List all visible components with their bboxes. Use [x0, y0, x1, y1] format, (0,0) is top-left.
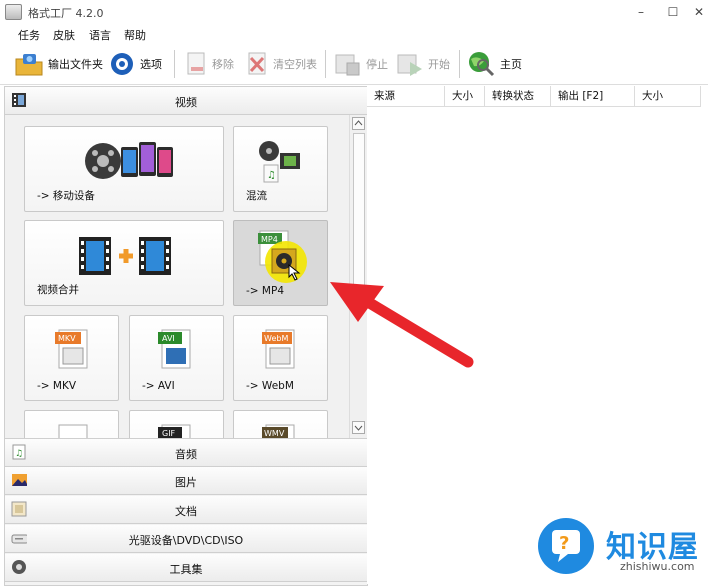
avi-file-icon: AVI — [158, 329, 191, 369]
remove-label: 移除 — [212, 58, 234, 71]
menu-bar: 任务 皮肤 语言 帮助 — [0, 24, 708, 44]
category-tools[interactable]: 工具集 — [5, 554, 367, 582]
toolbar-separator — [174, 50, 175, 78]
toolbar-separator — [325, 50, 326, 78]
tile-mux[interactable]: ♫ 混流 — [233, 126, 328, 212]
avi-badge: AVI — [162, 334, 175, 343]
remove-button[interactable]: 移除 — [184, 50, 234, 78]
file-icon — [58, 424, 88, 438]
mobile-device-icon — [85, 142, 173, 179]
webm-badge: WebM — [264, 334, 288, 343]
category-optical-label: 光驱设备\DVD\CD\ISO — [128, 534, 244, 547]
category-document[interactable]: 文档 — [5, 496, 367, 524]
column-size[interactable]: 大小 — [445, 86, 485, 107]
tile-avi-label: -> AVI — [142, 380, 175, 392]
tile-avi[interactable]: AVI -> AVI — [129, 315, 224, 401]
remove-icon — [187, 52, 205, 75]
tile-mobile-device[interactable]: -> 移动设备 — [24, 126, 224, 212]
start-button[interactable]: 开始 — [396, 50, 450, 78]
toolbar-separator — [459, 50, 460, 78]
stop-label: 停止 — [366, 58, 388, 71]
watermark: ? 知识屋 zhishiwu.com — [536, 516, 708, 584]
start-icon — [397, 54, 422, 76]
video-join-icon — [79, 237, 171, 275]
home-label: 主页 — [500, 58, 522, 71]
video-tools-grid: -> 移动设备 ♫ 混流 视频合并 MP4 -> MP4 MKV -> MKV … — [5, 115, 349, 438]
clear-list-icon — [248, 52, 266, 75]
clear-list-button[interactable]: 清空列表 — [245, 50, 317, 78]
options-label: 选项 — [140, 58, 162, 71]
webm-file-icon: WebM — [262, 329, 295, 369]
mp4-file-icon: MP4 — [258, 230, 307, 283]
window-title: 格式工厂 4.2.0 — [28, 7, 104, 20]
home-globe-icon — [469, 52, 495, 77]
folder-icon — [15, 54, 43, 76]
wmv-file-icon: WMV — [262, 424, 295, 438]
stop-icon — [335, 54, 360, 76]
tile-video-join-label: 视频合并 — [37, 284, 79, 296]
options-button[interactable]: 选项 — [108, 50, 162, 78]
column-output[interactable]: 输出 [F2] — [551, 86, 635, 107]
mkv-file-icon: MKV — [55, 329, 88, 369]
output-folder-button[interactable]: 输出文件夹 — [14, 50, 103, 78]
title-bar: 格式工厂 4.2.0 – ☐ ✕ — [0, 0, 708, 24]
gif-file-icon: GIF — [158, 424, 191, 438]
app-icon — [5, 4, 22, 20]
tile-mux-label: 混流 — [246, 190, 267, 202]
svg-text:♫: ♫ — [267, 170, 276, 181]
svg-text:?: ? — [559, 533, 569, 554]
home-button[interactable]: 主页 — [466, 50, 522, 78]
tile-partial[interactable] — [24, 410, 119, 438]
gif-badge: GIF — [162, 429, 176, 438]
category-video-label: 视频 — [175, 96, 197, 109]
stop-button[interactable]: 停止 — [334, 50, 388, 78]
scroll-up-icon[interactable] — [352, 117, 365, 130]
output-folder-label: 输出文件夹 — [48, 58, 103, 71]
category-video[interactable]: 视频 — [5, 87, 367, 115]
category-panel: 视频 -> 移动设备 ♫ 混流 视频合并 MP4 -> MP4 MKV -> M… — [4, 86, 368, 586]
tile-mobile-device-label: -> 移动设备 — [37, 190, 95, 202]
tile-mkv-label: -> MKV — [37, 380, 77, 392]
menu-help[interactable]: 帮助 — [124, 27, 146, 43]
category-audio[interactable]: ♫ 音频 — [5, 438, 367, 467]
mp4-badge: MP4 — [261, 235, 278, 244]
tile-webm-label: -> WebM — [246, 380, 294, 392]
category-image-label: 图片 — [175, 476, 197, 489]
tile-video-join[interactable]: 视频合并 — [24, 220, 224, 306]
tile-webm[interactable]: WebM -> WebM — [233, 315, 328, 401]
column-output-size[interactable]: 大小 — [635, 86, 701, 107]
options-icon — [111, 53, 133, 75]
category-audio-label: 音频 — [175, 448, 197, 461]
category-image[interactable]: 图片 — [5, 467, 367, 495]
menu-language[interactable]: 语言 — [89, 27, 111, 43]
menu-skin[interactable]: 皮肤 — [53, 27, 75, 43]
tile-gif[interactable]: GIF — [129, 410, 224, 438]
mux-icon: ♫ — [259, 141, 300, 183]
category-document-label: 文档 — [175, 505, 197, 518]
annotation-arrow — [330, 282, 474, 368]
start-label: 开始 — [428, 58, 450, 71]
watermark-url: zhishiwu.com — [620, 560, 695, 573]
column-status[interactable]: 转换状态 — [485, 86, 551, 107]
wmv-badge: WMV — [264, 429, 285, 438]
category-tools-label: 工具集 — [169, 563, 203, 576]
toolbar: 输出文件夹 选项 移除 清空列表 停止 开始 主页 — [0, 44, 708, 85]
watermark-logo-icon: ? — [538, 518, 594, 574]
tile-mp4[interactable]: MP4 -> MP4 — [233, 220, 328, 306]
tile-mkv[interactable]: MKV -> MKV — [24, 315, 119, 401]
clear-list-label: 清空列表 — [273, 58, 317, 71]
tile-mp4-label: -> MP4 — [246, 285, 284, 297]
maximize-button[interactable]: ☐ — [664, 3, 682, 21]
scroll-down-icon[interactable] — [352, 421, 365, 434]
minimize-button[interactable]: – — [632, 3, 650, 21]
column-source[interactable]: 来源 — [367, 86, 445, 107]
tile-wmv[interactable]: WMV — [233, 410, 328, 438]
close-button[interactable]: ✕ — [690, 3, 708, 21]
mkv-badge: MKV — [58, 334, 76, 343]
category-optical[interactable]: 光驱设备\DVD\CD\ISO — [5, 525, 367, 553]
menu-tasks[interactable]: 任务 — [18, 27, 40, 43]
